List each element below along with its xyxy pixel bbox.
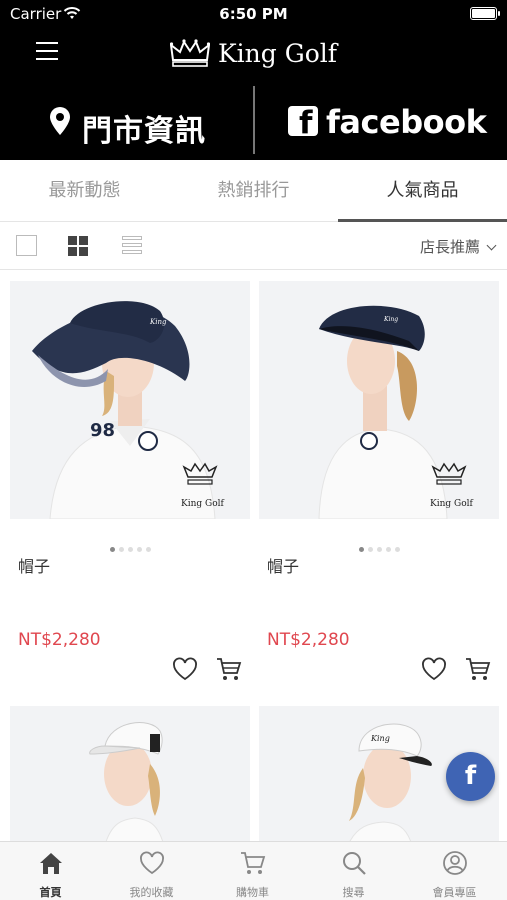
status-bar: Carrier 6:50 PM xyxy=(0,0,507,28)
tab-popular-products[interactable]: 人氣商品 xyxy=(338,160,507,222)
single-view-icon[interactable] xyxy=(16,235,37,256)
model-photo: King 98 King Golf xyxy=(10,281,250,519)
nav-label: 會員專區 xyxy=(432,886,477,899)
nav-home[interactable]: 首頁 xyxy=(0,842,101,900)
battery-icon xyxy=(470,7,500,20)
cart-icon[interactable] xyxy=(465,656,491,682)
facebook-link[interactable]: f facebook xyxy=(288,94,488,150)
facebook-float-button[interactable]: f xyxy=(446,752,495,801)
nav-label: 購物車 xyxy=(236,886,269,899)
image-pager-dots xyxy=(259,537,499,552)
hamburger-menu-icon[interactable] xyxy=(36,42,58,62)
facebook-f-icon: f xyxy=(464,761,477,791)
view-toolbar: 店長推薦 xyxy=(0,222,507,270)
nav-label: 搜尋 xyxy=(342,886,365,899)
heart-icon[interactable] xyxy=(421,657,447,681)
nav-label: 我的收藏 xyxy=(129,886,174,899)
header-links: 門市資訊 f facebook xyxy=(0,86,507,156)
category-tabs: 最新動態 熱銷排行 人氣商品 xyxy=(0,160,507,222)
brand-name: King Golf xyxy=(218,39,337,68)
nav-label: 首頁 xyxy=(39,886,62,899)
cart-icon[interactable] xyxy=(216,656,242,682)
user-icon xyxy=(443,851,467,875)
svg-text:King: King xyxy=(370,734,390,743)
facebook-logo-icon: f xyxy=(288,106,318,136)
model-photo: King King Golf xyxy=(259,281,499,519)
svg-text:98: 98 xyxy=(90,420,115,441)
header-divider xyxy=(253,86,255,154)
product-image[interactable] xyxy=(10,706,250,841)
list-view-icon[interactable] xyxy=(122,235,144,257)
heart-icon xyxy=(140,851,164,875)
sort-label: 店長推薦 xyxy=(419,238,480,256)
svg-text:King: King xyxy=(149,318,167,326)
brand-logo[interactable]: King Golf xyxy=(170,36,350,72)
tab-best-sellers[interactable]: 熱銷排行 xyxy=(169,160,338,222)
product-name[interactable]: 帽子 xyxy=(267,553,299,577)
nav-search[interactable]: 搜尋 xyxy=(303,842,404,900)
product-name[interactable]: 帽子 xyxy=(18,553,50,577)
product-price: NT$2,280 xyxy=(267,630,350,650)
facebook-label: facebook xyxy=(326,103,487,141)
product-image[interactable]: King 98 King Golf xyxy=(10,281,250,519)
svg-text:King Golf: King Golf xyxy=(181,499,225,509)
location-pin-icon xyxy=(50,107,70,135)
store-info-label: 門市資訊 xyxy=(82,114,206,149)
app-screen: Carrier 6:50 PM King Golf 門市資訊 f faceboo… xyxy=(0,0,507,900)
model-photo xyxy=(10,706,250,841)
product-grid: King 98 King Golf 帽子 NT$2,280 King King … xyxy=(0,271,507,841)
nav-cart[interactable]: 購物車 xyxy=(202,842,303,900)
nav-member[interactable]: 會員專區 xyxy=(404,842,505,900)
cart-icon xyxy=(241,852,266,874)
svg-text:King: King xyxy=(383,316,398,323)
chevron-down-icon xyxy=(486,240,497,251)
header: Carrier 6:50 PM King Golf 門市資訊 f faceboo… xyxy=(0,0,507,160)
tab-latest-news[interactable]: 最新動態 xyxy=(0,160,169,222)
grid-view-icon[interactable] xyxy=(68,235,90,257)
store-info-link[interactable]: 門市資訊 xyxy=(40,94,220,150)
crown-icon xyxy=(170,39,210,67)
sort-dropdown[interactable]: 店長推薦 xyxy=(419,236,497,257)
bottom-navigation: 首頁 我的收藏 購物車 搜尋 會員專區 xyxy=(0,841,507,900)
clock: 6:50 PM xyxy=(219,5,288,23)
svg-text:King Golf: King Golf xyxy=(430,499,474,509)
product-image[interactable]: King King Golf xyxy=(259,281,499,519)
heart-icon[interactable] xyxy=(172,657,198,681)
nav-favorites[interactable]: 我的收藏 xyxy=(101,842,202,900)
image-pager-dots xyxy=(10,537,250,552)
home-icon xyxy=(40,853,62,874)
search-icon xyxy=(343,852,366,875)
product-price: NT$2,280 xyxy=(18,630,101,650)
